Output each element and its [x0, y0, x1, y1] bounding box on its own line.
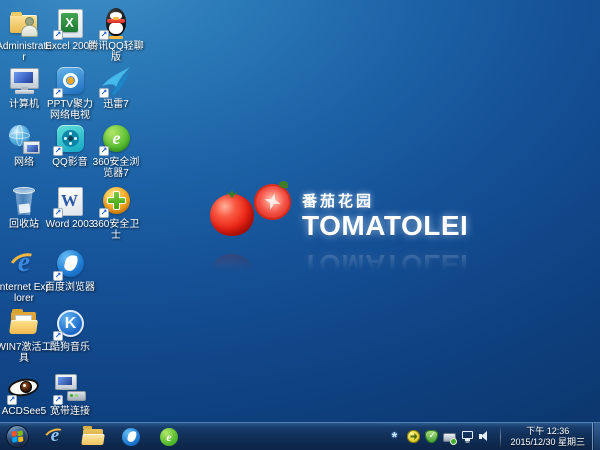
desktop-icon-excel[interactable]: XExcel 2003	[47, 6, 93, 52]
desktop-icon-recycle-bin[interactable]: 回收站	[1, 184, 47, 230]
desktop-icon-broadband[interactable]: 宽带连接	[47, 371, 93, 417]
security-shield-icon[interactable]	[425, 430, 438, 443]
desktop-icon-acdsee[interactable]: ACDSee5	[1, 371, 47, 417]
safe-360-icon	[99, 184, 133, 218]
desktop-icon-pptv[interactable]: PPTV聚力网络电视	[47, 64, 93, 121]
updater-icon[interactable]	[407, 430, 420, 443]
shortcut-arrow-icon	[99, 146, 109, 156]
tomatoes-illustration	[210, 182, 292, 244]
desktop-icon-user-folder[interactable]: Administrator	[1, 6, 47, 63]
desktop-icon-word[interactable]: WWord 2003	[47, 184, 93, 230]
qq-player-icon	[53, 122, 87, 156]
xunlei-icon	[99, 64, 133, 98]
desktop-wallpaper-logo: 番茄花园 TOMATOLEI	[210, 182, 468, 244]
recycle-bin-icon	[7, 184, 41, 218]
360-browser-taskbar-button[interactable]: e	[157, 425, 181, 449]
start-button[interactable]	[0, 423, 34, 450]
folder-icon	[7, 307, 41, 341]
sliced-tomato-icon	[254, 184, 291, 220]
broadband-icon	[53, 371, 87, 405]
windows-flag-icon	[11, 431, 23, 443]
shortcut-arrow-icon	[53, 208, 63, 218]
logo-text: 番茄花园 TOMATOLEI	[302, 190, 468, 241]
desktop-icon-qq[interactable]: 腾讯QQ轻聊版	[93, 6, 139, 63]
shortcut-arrow-icon	[7, 395, 17, 405]
desktop-icon-kugou[interactable]: K酷狗音乐	[47, 307, 93, 353]
usb-device-icon[interactable]	[443, 433, 456, 442]
whole-tomato-icon	[210, 194, 254, 236]
tray-icon-area	[389, 430, 492, 443]
browser-360-icon: e	[99, 122, 133, 156]
desktop-icon-baidu-browser[interactable]: 百度浏览器	[47, 247, 93, 293]
user-folder-icon	[7, 6, 41, 40]
clock-time: 下午 12:36	[510, 426, 585, 437]
word-icon: W	[53, 184, 87, 218]
windows-explorer-taskbar-button[interactable]	[81, 425, 105, 449]
desktop-icon-label: 360安全卫士	[88, 219, 144, 241]
desktop-icon-folder[interactable]: WIN7激活工具	[1, 307, 47, 364]
excel-icon: X	[53, 6, 87, 40]
tray-separator	[500, 427, 501, 447]
shortcut-arrow-icon	[99, 208, 109, 218]
internet-explorer-taskbar-button[interactable]: e	[43, 425, 67, 449]
taskbar: ee 下午 12:36 2015/12/30 星期三	[0, 422, 600, 450]
shortcut-arrow-icon	[53, 88, 63, 98]
network-icon[interactable]	[461, 430, 474, 443]
desktop-icon-safe-360[interactable]: 360安全卫士	[93, 184, 139, 241]
desktop-icon-qq-player[interactable]: QQ影音	[47, 122, 93, 168]
desktop-background[interactable]: AdministratorXExcel 2003腾讯QQ轻聊版计算机PPTV聚力…	[0, 0, 600, 422]
screen: AdministratorXExcel 2003腾讯QQ轻聊版计算机PPTV聚力…	[0, 0, 600, 450]
network-icon	[7, 122, 41, 156]
bluetooth-icon[interactable]	[389, 430, 402, 443]
internet-explorer-icon: e	[7, 247, 41, 281]
baidu-browser-taskbar-button[interactable]	[119, 425, 143, 449]
desktop-icon-label: 360安全浏览器7	[88, 157, 144, 179]
volume-icon[interactable]	[479, 430, 492, 443]
shortcut-arrow-icon	[53, 331, 63, 341]
clock-date: 2015/12/30 星期三	[510, 437, 585, 448]
qq-icon	[99, 6, 133, 40]
computer-icon	[7, 64, 41, 98]
logo-title-chinese: 番茄花园	[302, 190, 468, 211]
shortcut-arrow-icon	[99, 30, 109, 40]
show-desktop-button[interactable]	[592, 423, 600, 450]
shortcut-arrow-icon	[53, 271, 63, 281]
shortcut-arrow-icon	[53, 395, 63, 405]
desktop-icon-network[interactable]: 网络	[1, 122, 47, 168]
desktop-icon-label: 百度浏览器	[42, 282, 98, 293]
desktop-icon-label: 腾讯QQ轻聊版	[88, 41, 144, 63]
shortcut-arrow-icon	[99, 88, 109, 98]
logo-title-english: TOMATOLEI	[302, 211, 468, 241]
taskbar-clock[interactable]: 下午 12:36 2015/12/30 星期三	[505, 426, 590, 448]
shortcut-arrow-icon	[53, 146, 63, 156]
desktop-icon-computer[interactable]: 计算机	[1, 64, 47, 110]
system-tray: 下午 12:36 2015/12/30 星期三	[389, 423, 600, 450]
taskbar-pinned-apps: ee	[43, 423, 181, 450]
pptv-icon	[53, 64, 87, 98]
windows-orb-icon	[6, 425, 29, 448]
shortcut-arrow-icon	[53, 30, 63, 40]
desktop-icon-internet-explorer[interactable]: eInternet Explorer	[1, 247, 47, 304]
desktop-icon-browser-360[interactable]: e360安全浏览器7	[93, 122, 139, 179]
kugou-icon: K	[53, 307, 87, 341]
baidu-browser-icon	[53, 247, 87, 281]
desktop-icon-label: 酷狗音乐	[42, 342, 98, 353]
desktop-icon-xunlei[interactable]: 迅雷7	[93, 64, 139, 110]
desktop-icon-label: 迅雷7	[88, 99, 144, 110]
acdsee-icon	[7, 371, 41, 405]
desktop-icon-label: 宽带连接	[42, 406, 98, 417]
